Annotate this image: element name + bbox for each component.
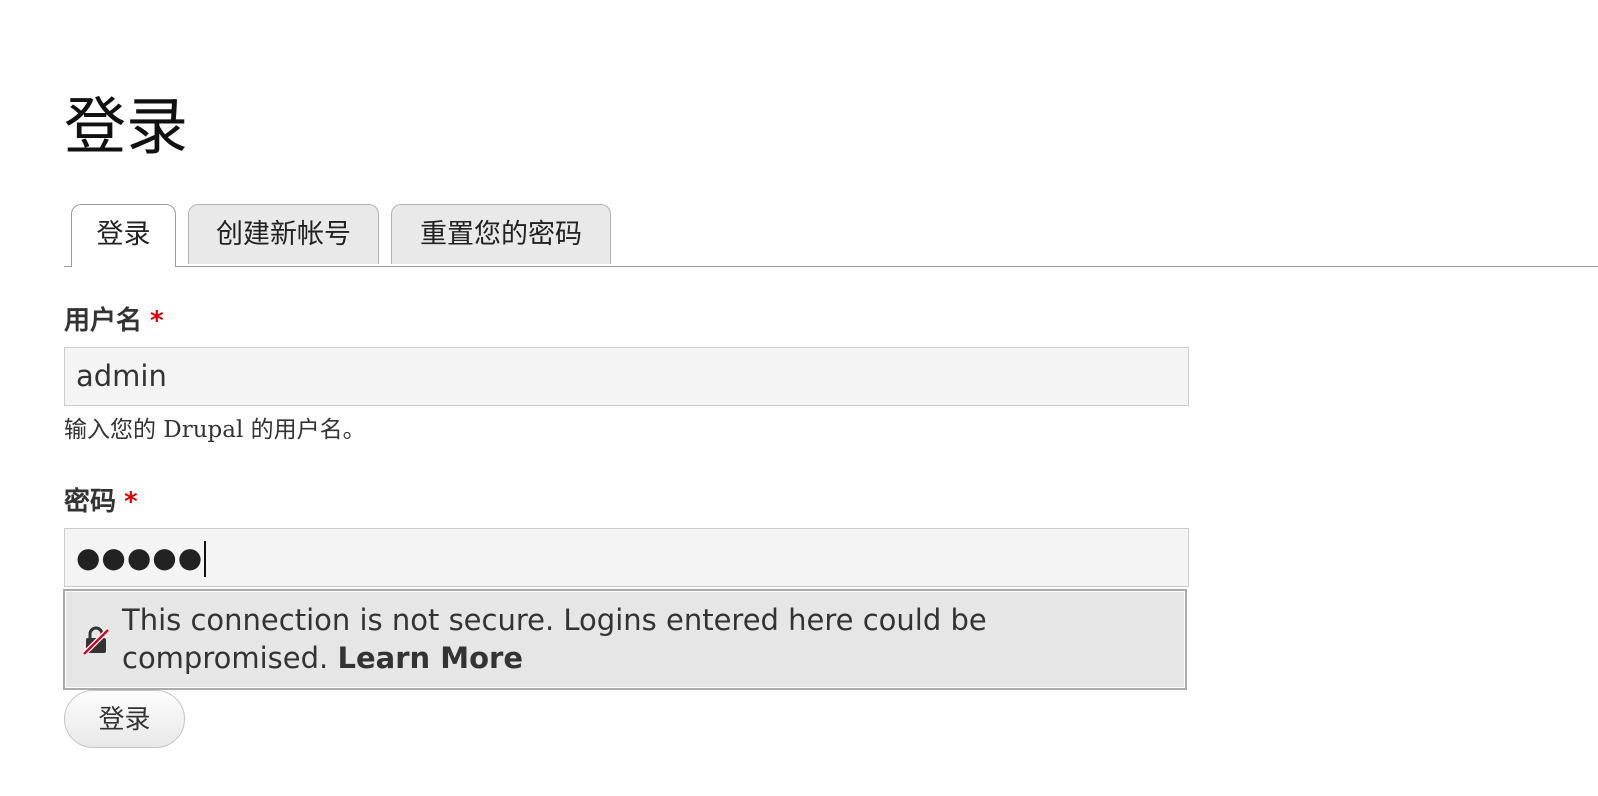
required-marker: * (150, 306, 164, 336)
username-description: 输入您的 Drupal 的用户名。 (64, 417, 366, 443)
username-label: 用户名 * (64, 300, 164, 337)
learn-more-link[interactable]: Learn More (337, 641, 523, 675)
tab-login[interactable]: 登录 (71, 204, 176, 267)
warning-message-text: This connection is not secure. Logins en… (122, 603, 987, 675)
username-input[interactable]: admin (64, 347, 1189, 406)
tab-bar: 登录 创建新帐号 重置您的密码 (64, 204, 1598, 267)
warning-message: This connection is not secure. Logins en… (122, 601, 1162, 677)
insecure-lock-icon (81, 624, 111, 656)
page-title: 登录 (64, 90, 189, 163)
password-masked-value: ●●●●● (76, 541, 204, 574)
username-label-text: 用户名 (64, 306, 143, 336)
password-input[interactable]: ●●●●● (64, 528, 1189, 587)
tab-create-account[interactable]: 创建新帐号 (188, 204, 379, 264)
password-label: 密码 * (64, 481, 138, 518)
username-value: admin (76, 359, 167, 393)
required-marker: * (124, 487, 138, 517)
login-submit-button[interactable]: 登录 (64, 690, 185, 748)
password-label-text: 密码 (64, 487, 117, 517)
insecure-login-warning[interactable]: This connection is not secure. Logins en… (63, 589, 1187, 690)
text-caret (204, 541, 207, 577)
tab-reset-password[interactable]: 重置您的密码 (391, 204, 611, 264)
